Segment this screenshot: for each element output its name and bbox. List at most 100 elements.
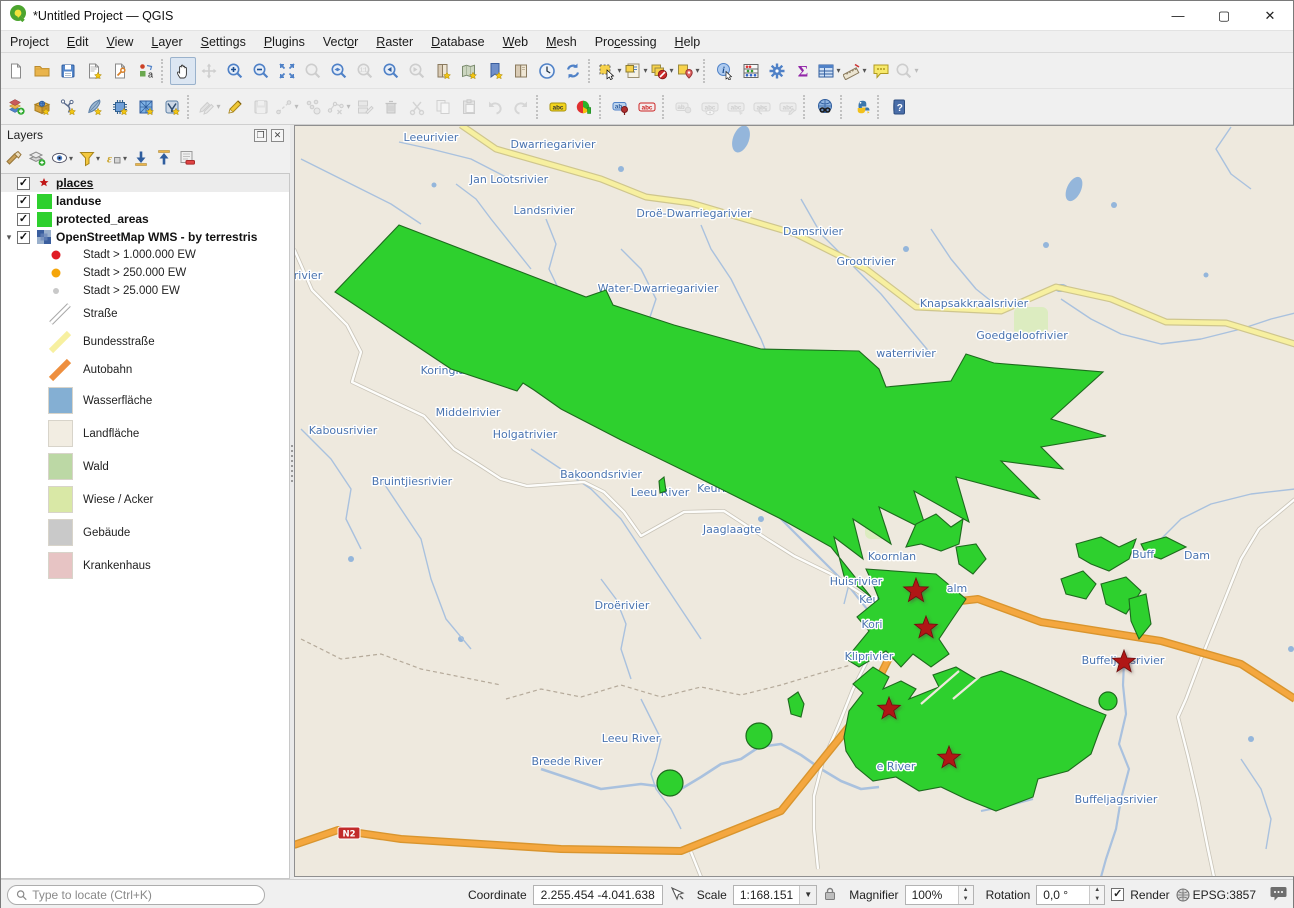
new-spatialite-layer-button[interactable] bbox=[81, 93, 107, 121]
processing-toolbox-button[interactable] bbox=[764, 57, 790, 85]
new-gpx-layer-button[interactable] bbox=[159, 93, 185, 121]
legend-item[interactable]: Straße bbox=[1, 300, 289, 328]
menu-view[interactable]: View bbox=[97, 33, 142, 51]
layer-item-landuse[interactable]: ✓landuse bbox=[1, 192, 289, 210]
legend-item[interactable]: Bundesstraße bbox=[1, 328, 289, 356]
messages-icon[interactable] bbox=[1270, 886, 1287, 904]
menu-plugins[interactable]: Plugins bbox=[255, 33, 314, 51]
open-layer-styling-button[interactable] bbox=[5, 149, 23, 167]
layer-diagram-options-button[interactable] bbox=[571, 93, 597, 121]
extent-toggle-icon[interactable] bbox=[669, 885, 685, 904]
statistical-summary-button[interactable] bbox=[738, 57, 764, 85]
minimize-button[interactable]: — bbox=[1155, 1, 1201, 30]
menu-edit[interactable]: Edit bbox=[58, 33, 98, 51]
filter-legend-button[interactable]: ▾ bbox=[78, 149, 100, 167]
metasearch-button[interactable] bbox=[812, 93, 838, 121]
save-project-button[interactable] bbox=[55, 57, 81, 85]
maximize-button[interactable]: ▢ bbox=[1201, 1, 1247, 30]
menu-vector[interactable]: Vector bbox=[314, 33, 367, 51]
menu-database[interactable]: Database bbox=[422, 33, 494, 51]
legend-item[interactable]: Wasserfläche bbox=[1, 384, 289, 417]
rotation-spinbox[interactable]: 0,0 ° ▲▼ bbox=[1036, 885, 1105, 905]
menu-project[interactable]: Project bbox=[1, 33, 58, 51]
open-project-button[interactable] bbox=[29, 57, 55, 85]
layer-checkbox[interactable]: ✓ bbox=[17, 195, 30, 208]
render-checkbox[interactable]: ✓ bbox=[1111, 888, 1124, 901]
temporal-controller-button[interactable] bbox=[534, 57, 560, 85]
select-features-button[interactable]: ▾ bbox=[597, 57, 623, 85]
expander-icon[interactable]: ▾ bbox=[1, 232, 17, 243]
scale-combo[interactable]: 1:168.151 ▼ bbox=[733, 885, 817, 905]
identify-features-button[interactable]: i bbox=[712, 57, 738, 85]
pin-labels-button[interactable]: ab bbox=[608, 93, 634, 121]
select-by-location-button[interactable]: ▾ bbox=[675, 57, 701, 85]
legend-item[interactable]: Stadt > 1.000.000 EW bbox=[1, 246, 289, 264]
collapse-all-button[interactable] bbox=[155, 149, 173, 167]
scale-dropdown-icon[interactable]: ▼ bbox=[799, 886, 816, 904]
magnifier-spin-arrows[interactable]: ▲▼ bbox=[958, 886, 973, 904]
deselect-features-button[interactable]: ▾ bbox=[649, 57, 675, 85]
pan-map-button[interactable] bbox=[170, 57, 196, 85]
add-group-button[interactable] bbox=[28, 149, 46, 167]
select-features-by-value-button[interactable]: ▾ bbox=[623, 57, 649, 85]
magnifier-spinbox[interactable]: 100% ▲▼ bbox=[905, 885, 974, 905]
legend-item[interactable]: Stadt > 25.000 EW bbox=[1, 282, 289, 300]
legend-item[interactable]: Stadt > 250.000 EW bbox=[1, 264, 289, 282]
toggle-editing-button[interactable] bbox=[222, 93, 248, 121]
style-manager-button[interactable]: a bbox=[133, 57, 159, 85]
legend-item[interactable]: Landfläche bbox=[1, 417, 289, 450]
manage-map-themes-button[interactable]: ▾ bbox=[51, 149, 73, 167]
legend-item[interactable]: Krankenhaus bbox=[1, 549, 289, 582]
new-geopackage-layer-button[interactable] bbox=[29, 93, 55, 121]
legend-item[interactable]: Autobahn bbox=[1, 356, 289, 384]
zoom-out-button[interactable] bbox=[248, 57, 274, 85]
zoom-last-button[interactable] bbox=[378, 57, 404, 85]
python-console-button[interactable] bbox=[849, 93, 875, 121]
new-virtual-layer-button[interactable] bbox=[107, 93, 133, 121]
zoom-full-button[interactable] bbox=[274, 57, 300, 85]
layer-checkbox[interactable]: ✓ bbox=[17, 177, 30, 190]
show-bookmarks-button[interactable] bbox=[508, 57, 534, 85]
panel-close-button[interactable]: ✕ bbox=[271, 129, 284, 142]
new-mesh-layer-button[interactable] bbox=[133, 93, 159, 121]
layer-item-openstreetmap[interactable]: ▾✓OpenStreetMap WMS - by terrestris bbox=[1, 228, 289, 246]
crs-status[interactable]: EPSG:3857 bbox=[1176, 888, 1256, 902]
layer-checkbox[interactable]: ✓ bbox=[17, 213, 30, 226]
layer-checkbox[interactable]: ✓ bbox=[17, 231, 30, 244]
show-layout-manager-button[interactable] bbox=[107, 57, 133, 85]
refresh-map-button[interactable] bbox=[560, 57, 586, 85]
map-canvas[interactable]: LeeurivierDwarriegarivierJan Lootsrivier… bbox=[294, 125, 1294, 877]
show-spatial-bookmarks-button[interactable] bbox=[456, 57, 482, 85]
new-shapefile-layer-button[interactable] bbox=[55, 93, 81, 121]
new-print-layout-button[interactable] bbox=[81, 57, 107, 85]
filter-by-expression-button[interactable]: ε▾ bbox=[105, 149, 127, 167]
locator-search[interactable] bbox=[7, 885, 265, 905]
layer-item-places[interactable]: ✓places bbox=[1, 174, 289, 192]
layer-labeling-options-button[interactable]: abc bbox=[545, 93, 571, 121]
close-button[interactable]: ✕ bbox=[1247, 1, 1293, 30]
layer-item-protected_areas[interactable]: ✓protected_areas bbox=[1, 210, 289, 228]
data-source-manager-button[interactable] bbox=[3, 93, 29, 121]
highlight-pinned-labels-button[interactable]: abc bbox=[634, 93, 660, 121]
new-bookmark-button[interactable] bbox=[482, 57, 508, 85]
menu-raster[interactable]: Raster bbox=[367, 33, 422, 51]
lock-scale-icon[interactable] bbox=[823, 886, 837, 904]
legend-item[interactable]: Gebäude bbox=[1, 516, 289, 549]
coordinate-value[interactable]: 2.255.454 -4.041.638 bbox=[533, 885, 663, 905]
zoom-in-button[interactable] bbox=[222, 57, 248, 85]
new-project-button[interactable] bbox=[3, 57, 29, 85]
locator-input[interactable] bbox=[32, 888, 256, 902]
new-spatial-bookmark-button[interactable] bbox=[430, 57, 456, 85]
legend-item[interactable]: Wald bbox=[1, 450, 289, 483]
menu-web[interactable]: Web bbox=[494, 33, 537, 51]
measure-line-button[interactable]: ▾ bbox=[842, 57, 868, 85]
open-attribute-table-button[interactable]: ▾ bbox=[816, 57, 842, 85]
show-statistics-button[interactable]: Σ bbox=[790, 57, 816, 85]
menu-mesh[interactable]: Mesh bbox=[537, 33, 586, 51]
legend-item[interactable]: Wiese / Acker bbox=[1, 483, 289, 516]
help-contents-button[interactable]: ? bbox=[886, 93, 912, 121]
zoom-to-layer-button[interactable] bbox=[326, 57, 352, 85]
map-tips-button[interactable] bbox=[868, 57, 894, 85]
menu-layer[interactable]: Layer bbox=[142, 33, 191, 51]
rotation-spin-arrows[interactable]: ▲▼ bbox=[1089, 886, 1104, 904]
